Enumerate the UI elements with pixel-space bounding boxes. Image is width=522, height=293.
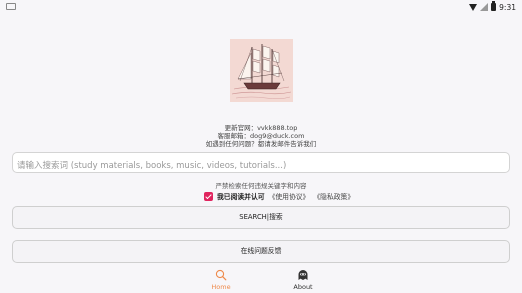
agreement-checkbox[interactable] (204, 191, 213, 201)
nav-about-label: About (293, 283, 313, 291)
wifi-icon (469, 3, 478, 11)
nav-item-about[interactable]: About (273, 269, 333, 291)
search-icon (215, 269, 227, 281)
terms-link[interactable]: 《使用协议》 (269, 191, 310, 201)
status-icons: 9:31 (469, 1, 516, 13)
info-block: 更新官网：vvkk888.top 客服邮箱：dog9@duck.com 如遇到任… (0, 124, 522, 148)
feedback-button[interactable]: 在线问题反馈 (12, 240, 510, 263)
signal-icon (480, 3, 489, 11)
search-input[interactable] (13, 156, 509, 176)
warning-text: 严禁检索任何违规关键字和内容 (215, 182, 307, 190)
status-bar: 9:31 (0, 0, 522, 14)
nav-item-home[interactable]: Home (191, 269, 251, 291)
battery-icon (491, 1, 497, 11)
nav-home-label: Home (211, 283, 231, 291)
agreement-text: 我已阅读并认可 (217, 193, 265, 201)
search-button[interactable]: SEARCH|搜索 (12, 206, 510, 229)
notification-icon (6, 3, 16, 10)
sailboat-logo (230, 39, 293, 102)
status-time: 9:31 (499, 2, 516, 12)
bottom-nav: Home About (0, 265, 522, 293)
search-field[interactable] (12, 152, 510, 176)
help-text: 如遇到任何问题？都请发邮件告诉我们 (205, 139, 317, 148)
sailboat-icon (230, 39, 293, 102)
agreement-row: 我已阅读并认可 《使用协议》 《隐私政策》 (204, 191, 354, 201)
ghost-icon (298, 270, 308, 280)
privacy-link[interactable]: 《隐私政策》 (313, 191, 354, 201)
